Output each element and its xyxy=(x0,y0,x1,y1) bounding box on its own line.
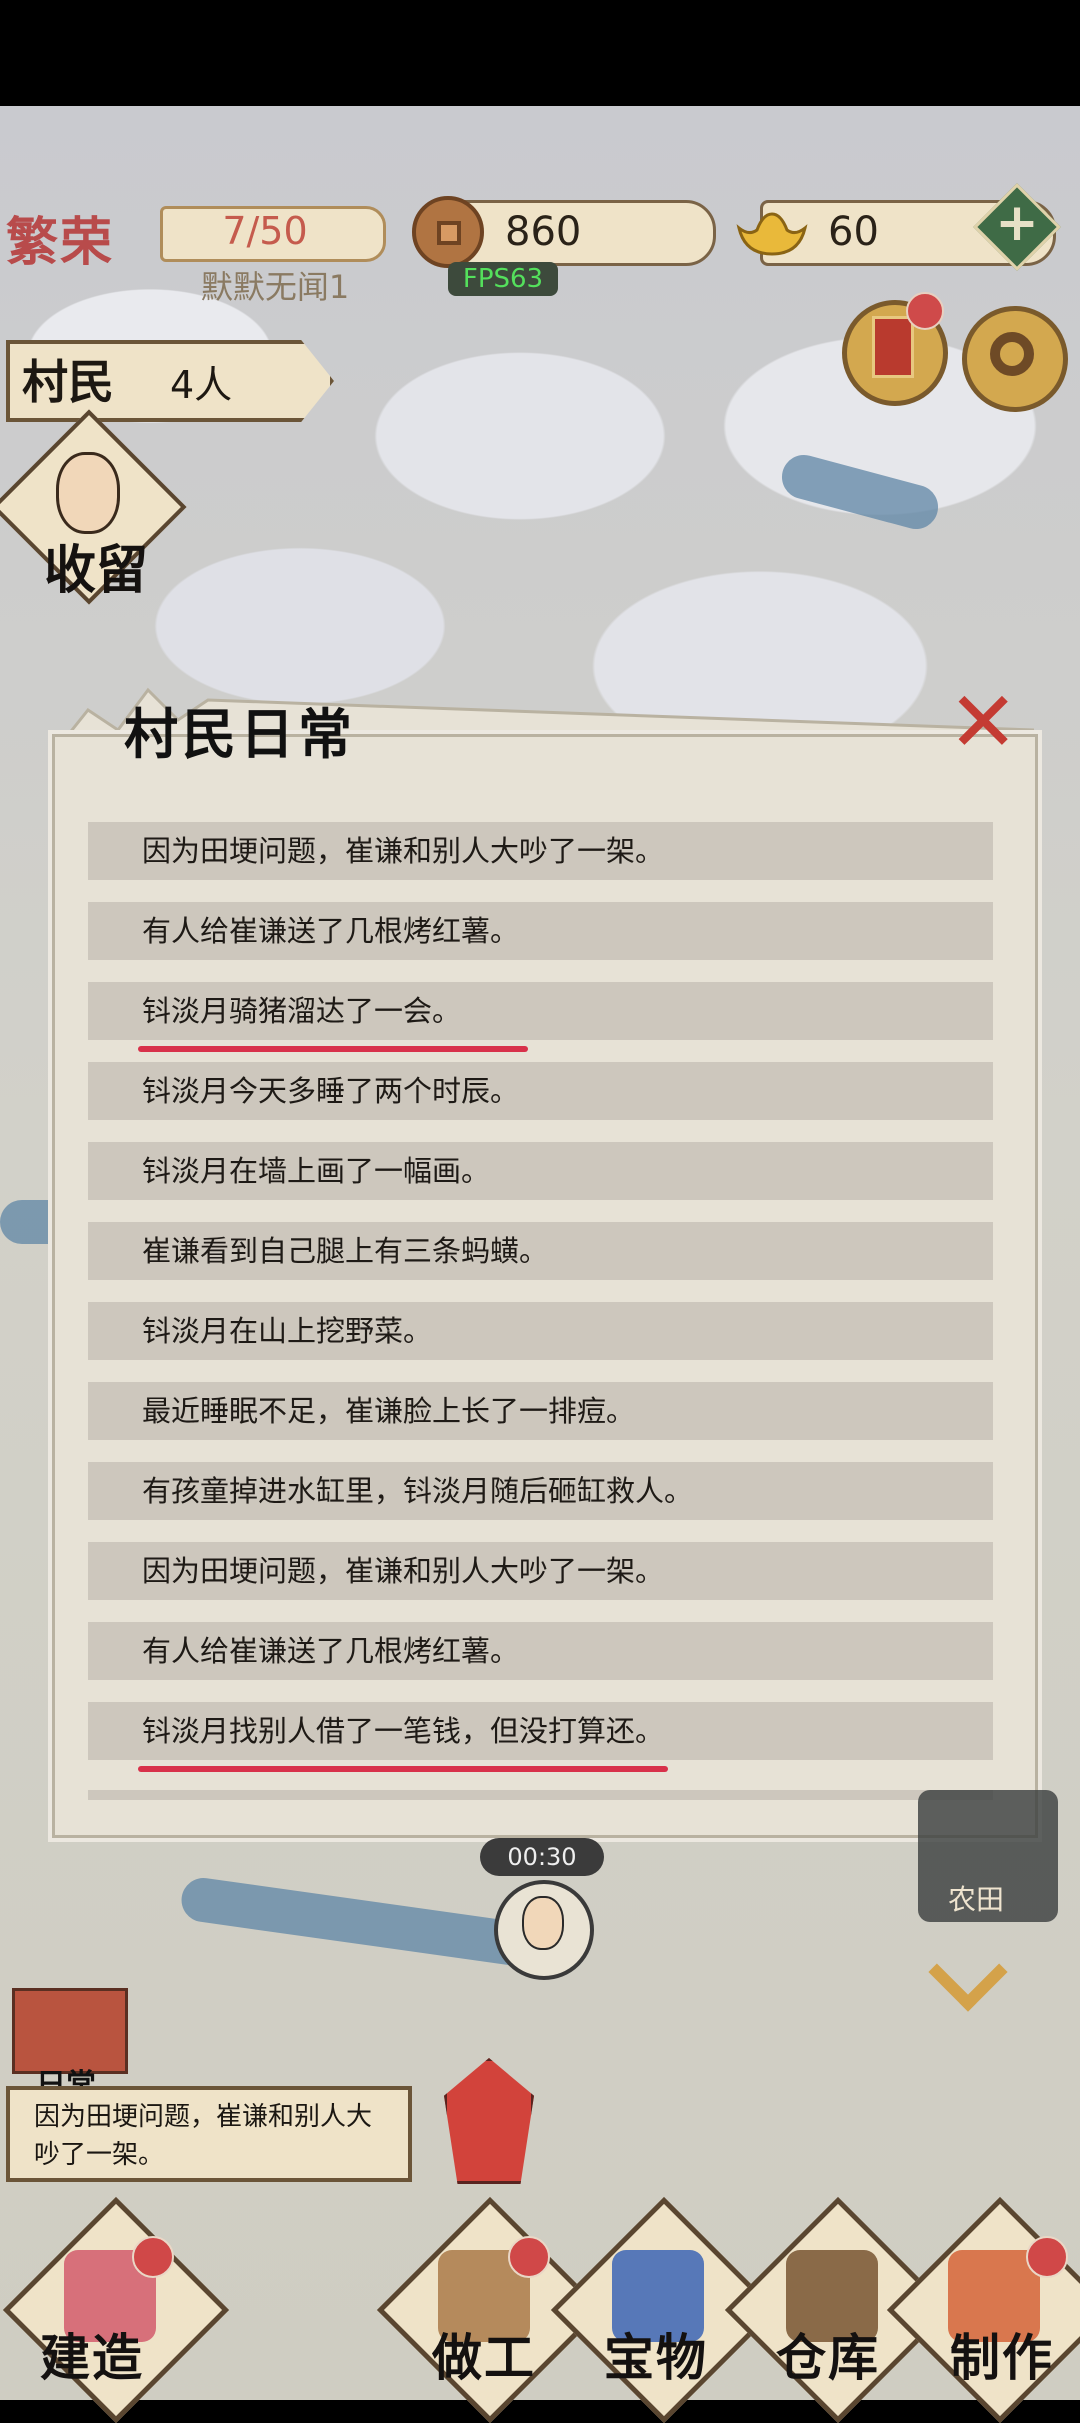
villager-label: 村民 xyxy=(22,355,114,409)
gold-amount: 60 xyxy=(828,209,879,255)
log-item-highlighted: 钭淡月骑猪溜达了一会。 xyxy=(88,982,993,1052)
prosperity-rank-name: 默默无闻1 xyxy=(200,268,350,306)
prosperity-title[interactable]: 繁荣 xyxy=(6,200,114,275)
build-button[interactable]: 建造 xyxy=(40,2318,144,2390)
work-button[interactable]: 做工 xyxy=(432,2318,536,2390)
villager-face-icon xyxy=(522,1896,564,1950)
gear-icon xyxy=(990,332,1034,376)
log-item: 有人给崔谦送了几根烤红薯。 xyxy=(88,1622,993,1680)
villager-count: 4人 xyxy=(170,363,233,407)
log-item: 因为田埂问题，崔谦和别人大吵了一架。 xyxy=(88,1542,993,1600)
gold-ingot-icon xyxy=(736,212,808,256)
close-icon[interactable]: ✕ xyxy=(948,680,1018,764)
notification-dot xyxy=(906,292,944,330)
log-item: 因为田埂问题，崔谦和别人大吵了一架。 xyxy=(88,822,993,880)
log-item: 最近睡眠不足，崔谦脸上长了一排痘。 xyxy=(88,1382,993,1440)
status-bar-area xyxy=(0,0,1080,106)
scroll-notice-icon xyxy=(872,316,914,378)
daily-log-list[interactable]: 因为田埂问题，崔谦和别人大吵了一架。 有人给崔谦送了几根烤红薯。 钭淡月骑猪溜达… xyxy=(88,822,993,1782)
craft-button[interactable]: 制作 xyxy=(950,2318,1054,2390)
prosperity-count: 7/50 xyxy=(222,209,308,253)
log-item: 有人给崔谦送了几根烤红薯。 xyxy=(88,902,993,960)
notification-dot xyxy=(132,2236,174,2278)
log-item: 有孩童掉进水缸里，钭淡月随后砸缸救人。 xyxy=(88,1462,993,1520)
log-item: 钭淡月在山上挖野菜。 xyxy=(88,1302,993,1360)
coin-amount: 860 xyxy=(505,209,582,255)
log-item: 钭淡月在墙上画了一幅画。 xyxy=(88,1142,993,1200)
notification-dot xyxy=(1026,2236,1068,2278)
copper-coin-icon xyxy=(412,196,484,268)
treasure-button[interactable]: 宝物 xyxy=(604,2318,708,2390)
daily-event-ticker[interactable]: 因为田埂问题，崔谦和别人大吵了一架。 xyxy=(6,2086,412,2182)
notification-dot xyxy=(508,2236,550,2278)
walk-timer: 00:30 xyxy=(480,1838,604,1876)
fps-counter: FPS63 xyxy=(448,262,558,296)
plus-icon[interactable]: + xyxy=(986,192,1048,254)
log-item: 崔谦看到自己腿上有三条蚂蟥。 xyxy=(88,1222,993,1280)
dialog-title: 村民日常 xyxy=(124,702,356,766)
warehouse-button[interactable]: 仓库 xyxy=(776,2318,880,2390)
log-list-overflow-row xyxy=(88,1790,993,1800)
villager-portrait-icon xyxy=(56,452,120,534)
farm-label: 农田 xyxy=(948,1883,1005,1916)
log-item: 钭淡月今天多睡了两个时辰。 xyxy=(88,1062,993,1120)
shelter-button[interactable]: 收留 xyxy=(44,528,148,603)
log-item-highlighted: 钭淡月找别人借了一笔钱，但没打算还。 xyxy=(88,1702,993,1772)
